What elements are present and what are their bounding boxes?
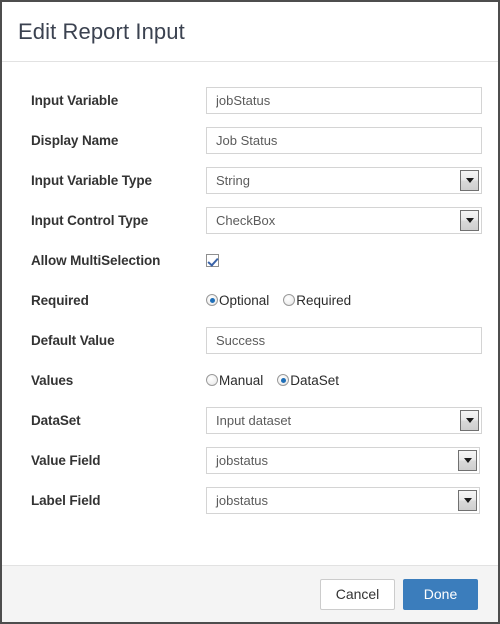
radio-label-dataset: DataSet [290, 372, 340, 388]
values-radio-group: Manual DataSet [206, 373, 353, 388]
radio-required-optional[interactable]: Optional [206, 293, 269, 308]
chevron-down-icon[interactable] [460, 209, 479, 231]
form-row-input-control-type: Input Control Type CheckBox [2, 200, 498, 240]
radio-values-dataset[interactable]: DataSet [277, 373, 339, 388]
label-required: Required [31, 292, 89, 308]
done-button[interactable]: Done [403, 578, 478, 610]
radio-dot-icon[interactable] [277, 374, 290, 386]
control-wrap-default-value [206, 326, 482, 354]
value-field-value: jobstatus [216, 452, 269, 468]
control-wrap-input-variable [206, 86, 482, 114]
control-wrap-dataset: Input dataset [206, 406, 482, 434]
control-wrap-label-field: jobstatus [206, 486, 480, 514]
form-row-allow-multiselection: Allow MultiSelection [2, 240, 498, 280]
label-dataset: DataSet [31, 412, 81, 428]
chevron-down-icon[interactable] [460, 169, 479, 191]
control-wrap-required: Optional Required [206, 293, 480, 308]
label-input-control-type: Input Control Type [31, 212, 149, 228]
input-variable-field[interactable] [206, 86, 482, 114]
control-wrap-values: Manual DataSet [206, 373, 480, 388]
label-field-value: jobstatus [216, 492, 269, 508]
default-value-field[interactable] [206, 326, 482, 354]
chevron-down-icon[interactable] [460, 409, 479, 431]
label-input-variable: Input Variable [31, 92, 119, 108]
label-default-value: Default Value [31, 332, 115, 348]
label-display-name: Display Name [31, 132, 119, 148]
dialog-footer: Cancel Done [2, 565, 498, 622]
radio-label-manual: Manual [219, 372, 264, 388]
chevron-down-icon[interactable] [458, 449, 477, 471]
form-row-required: Required Optional Required [2, 280, 498, 320]
radio-label-optional: Optional [219, 292, 270, 308]
chevron-down-icon[interactable] [458, 489, 477, 511]
label-field-select[interactable]: jobstatus [206, 486, 480, 514]
radio-label-required: Required [296, 292, 352, 308]
form-row-input-variable-type: Input Variable Type String [2, 160, 498, 200]
dialog-title: Edit Report Input [18, 18, 185, 44]
form-row-default-value: Default Value [2, 320, 498, 360]
control-wrap-input-control-type: CheckBox [206, 206, 482, 234]
input-variable-type-select[interactable]: String [206, 166, 482, 194]
radio-required-required[interactable]: Required [283, 293, 351, 308]
cancel-button[interactable]: Cancel [320, 578, 395, 610]
value-field-select[interactable]: jobstatus [206, 446, 480, 474]
form-row-display-name: Display Name [2, 120, 498, 160]
input-control-type-value: CheckBox [216, 212, 276, 228]
input-control-type-select[interactable]: CheckBox [206, 206, 482, 234]
label-values: Values [31, 372, 74, 388]
form-row-values: Values Manual DataSet [2, 360, 498, 400]
radio-values-manual[interactable]: Manual [206, 373, 263, 388]
edit-report-input-dialog: Edit Report Input Input Variable Display… [0, 0, 500, 624]
label-input-variable-type: Input Variable Type [31, 172, 152, 188]
label-label-field: Label Field [31, 492, 101, 508]
dialog-body: Input Variable Display Name Input Variab… [2, 62, 498, 565]
radio-dot-icon[interactable] [206, 374, 218, 386]
label-allow-multiselection: Allow MultiSelection [31, 252, 161, 268]
control-wrap-input-variable-type: String [206, 166, 482, 194]
control-wrap-allow-multiselection [206, 253, 480, 267]
allow-multiselection-checkbox[interactable] [206, 253, 219, 267]
radio-dot-icon[interactable] [283, 294, 296, 306]
label-value-field: Value Field [31, 452, 101, 468]
control-wrap-value-field: jobstatus [206, 446, 480, 474]
dialog-header: Edit Report Input [2, 2, 498, 62]
dataset-value: Input dataset [216, 412, 292, 428]
input-variable-type-value: String [216, 172, 250, 188]
required-radio-group: Optional Required [206, 293, 365, 308]
form-row-input-variable: Input Variable [2, 80, 498, 120]
display-name-field[interactable] [206, 126, 482, 154]
radio-dot-icon[interactable] [206, 294, 218, 306]
form-row-value-field: Value Field jobstatus [2, 440, 498, 480]
form-row-dataset: DataSet Input dataset [2, 400, 498, 440]
control-wrap-display-name [206, 126, 482, 154]
dataset-select[interactable]: Input dataset [206, 406, 482, 434]
form-row-label-field: Label Field jobstatus [2, 480, 498, 520]
